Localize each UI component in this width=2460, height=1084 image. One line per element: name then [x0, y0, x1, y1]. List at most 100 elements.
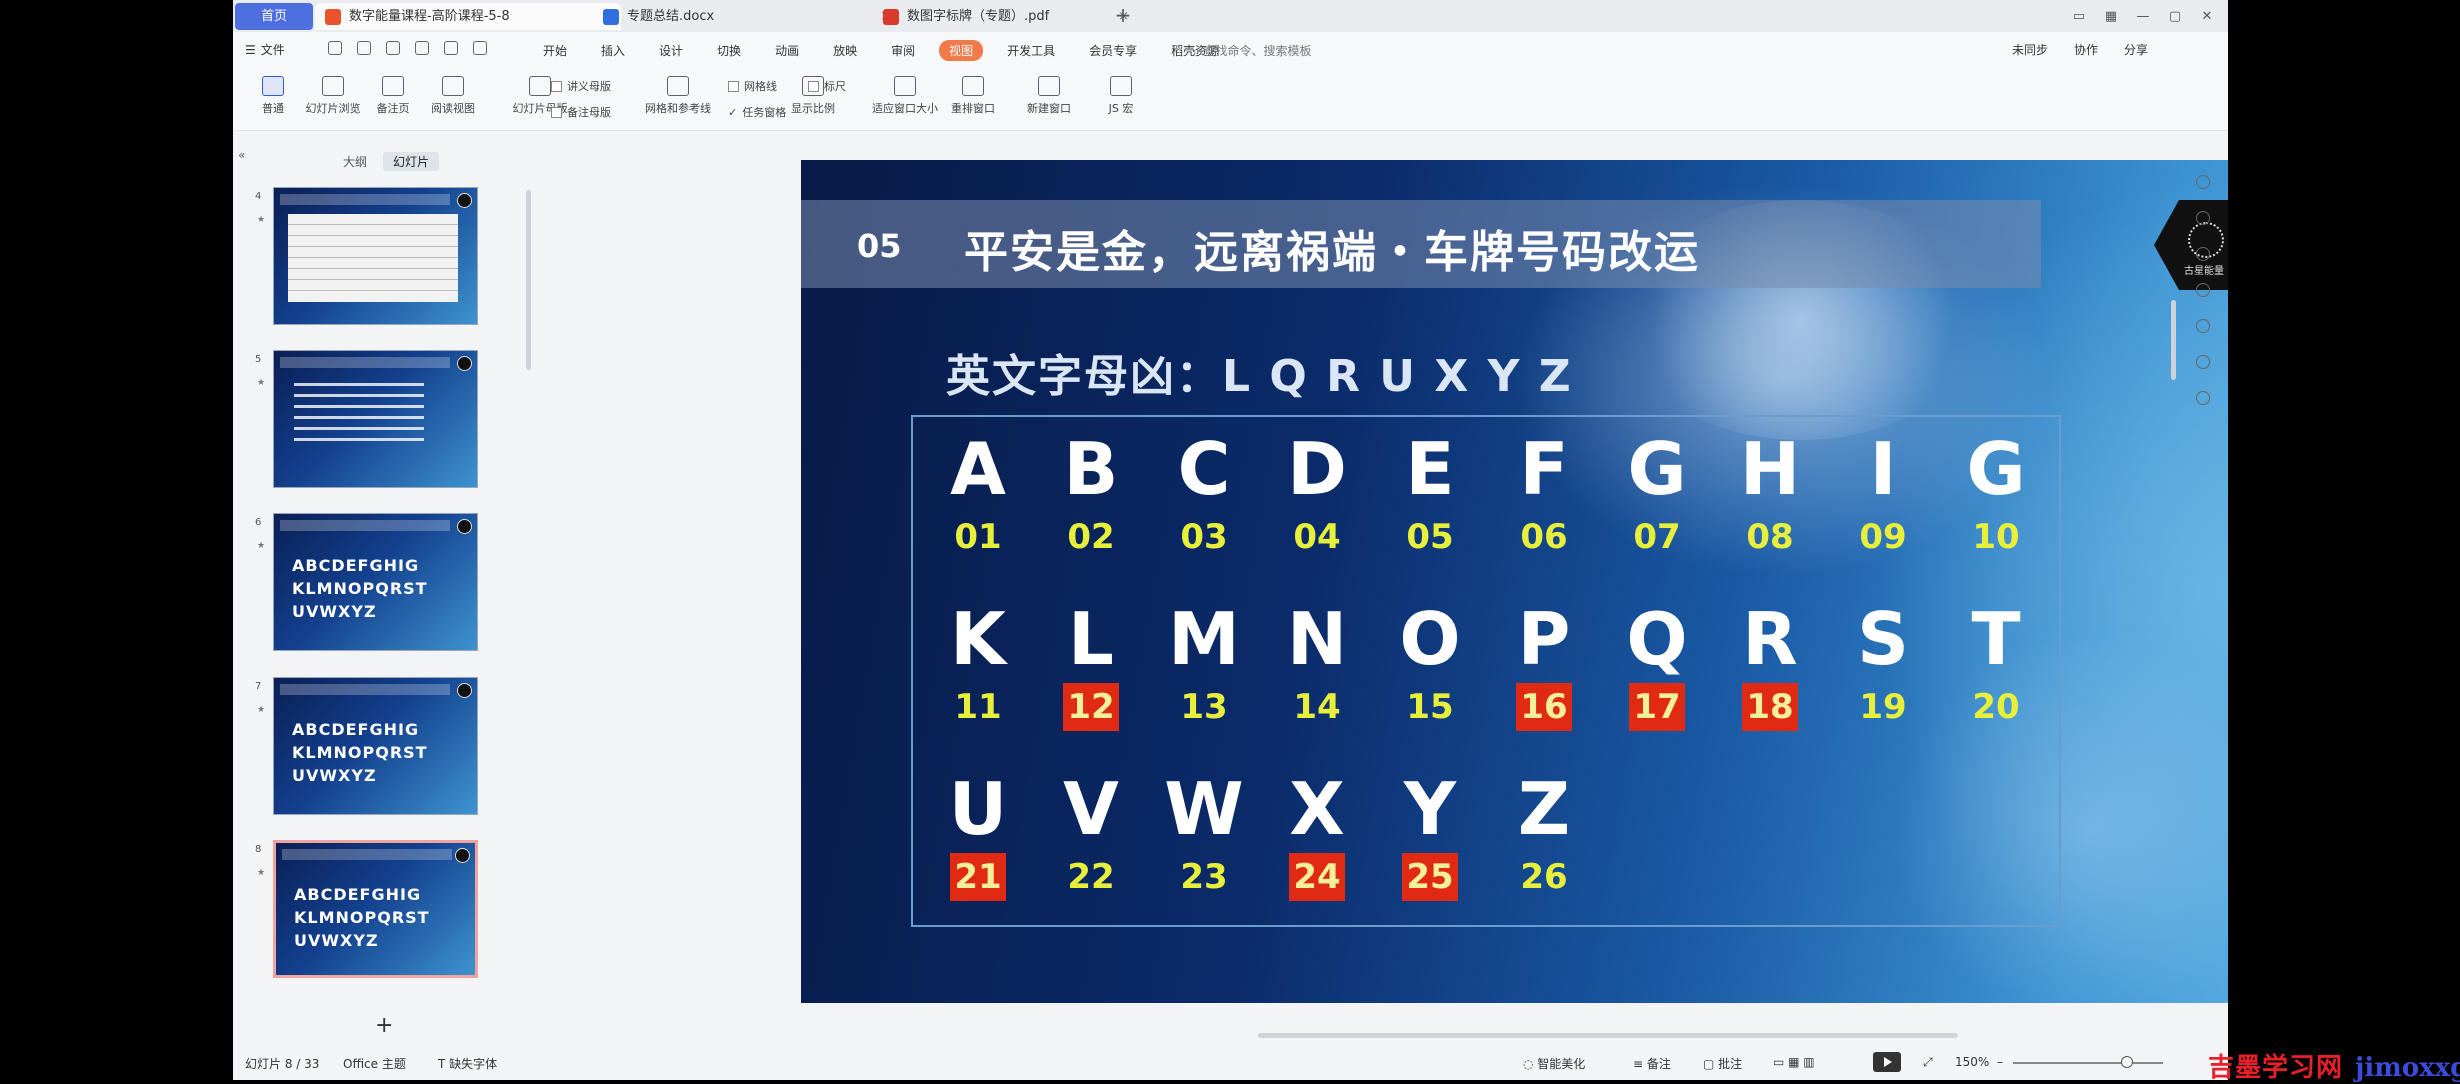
slide-counter: 幻灯片 8 / 33 — [245, 1057, 320, 1071]
ribbon-button[interactable]: 网格和参考线 — [633, 76, 723, 116]
header-action-button[interactable]: 未同步 — [2012, 41, 2048, 58]
ribbon-tab[interactable]: 会员专享 — [1079, 40, 1147, 61]
zoom-slider-handle[interactable] — [2121, 1056, 2133, 1068]
ribbon-button[interactable]: JS 宏 — [1093, 76, 1149, 116]
collapse-panel-icon[interactable]: « — [238, 148, 245, 162]
ribbon-tab[interactable]: 视图 — [939, 40, 984, 61]
ribbon-tab[interactable]: 设计 — [649, 40, 693, 61]
letter: P — [1517, 597, 1571, 681]
ribbon-option[interactable]: 讲义母版 — [551, 78, 611, 94]
watermark-en: jimoxxg.com — [2355, 1053, 2460, 1083]
new-tab-button[interactable]: + — [1110, 2, 1136, 28]
layout-icon[interactable]: ▭ — [2066, 5, 2092, 27]
ribbon-button-icon — [1038, 76, 1060, 96]
home-tab[interactable]: 首页 — [235, 3, 313, 30]
shape-icon[interactable] — [2196, 247, 2210, 261]
document-type-icon — [603, 9, 619, 25]
panel-scrollbar[interactable] — [526, 190, 531, 370]
zoom-out-button[interactable]: – — [1997, 1055, 2003, 1069]
ribbon-tab[interactable]: 开发工具 — [997, 40, 1065, 61]
ribbon-button[interactable]: 普通 — [245, 76, 301, 116]
outline-tab[interactable]: 大纲 — [333, 152, 377, 171]
minimize-button[interactable]: — — [2130, 5, 2156, 27]
help-icon[interactable] — [2196, 283, 2210, 297]
undo-icon[interactable] — [444, 41, 458, 55]
letter-cell: B 02 — [1041, 429, 1141, 561]
close-button[interactable]: ✕ — [2194, 5, 2220, 27]
document-tab[interactable]: 专题总结.docx× — [593, 3, 899, 30]
location-icon[interactable] — [2196, 391, 2210, 405]
zoom-level[interactable]: 150% — [1955, 1055, 1989, 1069]
ribbon-tab[interactable]: 切换 — [707, 40, 751, 61]
comments-toggle[interactable]: ▢ 批注 — [1703, 1055, 1742, 1072]
ribbon-option[interactable]: ✓ 任务窗格 — [728, 104, 786, 120]
ribbon-button[interactable]: 幻灯片浏览 — [305, 76, 361, 116]
ribbon-tab[interactable]: 插入 — [591, 40, 635, 61]
ribbon-option[interactable]: 备注母版 — [551, 104, 611, 120]
slide-thumbnail[interactable] — [273, 350, 478, 488]
save-icon[interactable] — [328, 41, 342, 55]
ribbon-tab[interactable]: 审阅 — [881, 40, 925, 61]
ribbon-button-icon — [382, 76, 404, 96]
document-tab[interactable]: 数图字标牌（专题）.pdf × — [873, 3, 1137, 30]
file-menu[interactable]: ☰ 文件 — [245, 41, 285, 58]
letter: N — [1286, 597, 1348, 681]
slide-thumbnail[interactable]: ABCDEFGHIG KLMNOPQRST UVWXYZ — [273, 677, 478, 815]
fit-window-icon[interactable]: ⤢ — [1923, 1055, 1933, 1070]
redo-icon[interactable] — [473, 41, 487, 55]
document-tab[interactable]: 数字能量课程-高阶课程-5-8× — [315, 3, 621, 30]
maximize-button[interactable]: ▢ — [2162, 5, 2188, 27]
thumbnail-letters: ABCDEFGHIG KLMNOPQRST UVWXYZ — [294, 883, 475, 952]
export-icon[interactable] — [357, 41, 371, 55]
ribbon-button[interactable]: 备注页 — [365, 76, 421, 116]
checkbox[interactable] — [808, 80, 819, 92]
adjust-icon[interactable] — [2196, 211, 2210, 225]
view-mode-icons[interactable]: ▭ ▦ ▥ — [1773, 1055, 1815, 1069]
apps-icon[interactable]: ▦ — [2098, 5, 2124, 27]
ribbon-button[interactable]: 阅读视图 — [425, 76, 481, 116]
unlucky-number: 12 — [1063, 683, 1119, 731]
letter-number: 15 — [1406, 687, 1454, 727]
slide-thumbnail[interactable] — [273, 187, 478, 325]
add-slide-button[interactable]: + — [375, 1013, 393, 1038]
ribbon-button-icon — [529, 76, 551, 96]
slide-thumbnail[interactable]: ABCDEFGHIG KLMNOPQRST UVWXYZ — [273, 513, 478, 651]
slide-thumbnail[interactable]: ABCDEFGHIG KLMNOPQRST UVWXYZ — [273, 840, 478, 978]
print-icon[interactable] — [386, 41, 400, 55]
ribbon-button-icon — [322, 76, 344, 96]
letter-number: 06 — [1520, 517, 1568, 557]
image-icon[interactable] — [2196, 355, 2210, 369]
checkbox[interactable] — [551, 80, 562, 92]
ribbon-button[interactable]: 重排窗口 — [945, 76, 1001, 116]
preview-icon[interactable] — [415, 41, 429, 55]
ribbon-tab[interactable]: 开始 — [533, 40, 577, 61]
document-tab-label: 专题总结.docx — [627, 9, 715, 24]
thumbnail-title-bar — [280, 684, 450, 695]
missing-fonts[interactable]: T 缺失字体 — [438, 1055, 497, 1072]
zoom-slider[interactable] — [2013, 1062, 2163, 1064]
ribbon-button[interactable]: 适应窗口大小 — [865, 76, 945, 116]
play-slideshow-button[interactable] — [1873, 1052, 1901, 1072]
checkmark-icon[interactable]: ✓ — [728, 106, 737, 119]
header-action-button[interactable]: 协作 — [2074, 41, 2098, 58]
checkbox[interactable] — [551, 106, 562, 118]
slides-tab[interactable]: 幻灯片 — [383, 152, 440, 171]
ribbon-button-label: 网格和参考线 — [645, 102, 711, 115]
select-tool-icon[interactable] — [2196, 175, 2210, 189]
smart-beautify[interactable]: ◌ 智能美化 — [1523, 1055, 1585, 1072]
slide-vertical-scrollbar[interactable] — [2171, 300, 2176, 380]
ribbon-tab[interactable]: 放映 — [823, 40, 867, 61]
ribbon-option[interactable]: 网格线 — [728, 78, 777, 94]
backup-icon[interactable] — [2196, 319, 2210, 333]
checkbox[interactable] — [728, 80, 739, 92]
slide-horizontal-scrollbar[interactable] — [1258, 1033, 1958, 1038]
slide-canvas[interactable]: 05 平安是金，远离祸端・车牌号码改运 古星能量 英文字母凶：L Q R U X… — [801, 160, 2228, 1003]
ribbon-option[interactable]: 标尺 — [808, 78, 846, 94]
ribbon-tab[interactable]: 动画 — [765, 40, 809, 61]
ribbon-button[interactable]: 新建窗口 — [1021, 76, 1077, 116]
command-search[interactable]: ⌕ 查找命令、搜索模板 — [1193, 42, 1312, 59]
watermark-cn: 吉墨学习网 — [2208, 1053, 2344, 1083]
letter-cell: E 05 — [1380, 429, 1480, 561]
header-action-button[interactable]: 分享 — [2124, 41, 2148, 58]
notes-toggle[interactable]: ≡ 备注 — [1633, 1055, 1671, 1072]
